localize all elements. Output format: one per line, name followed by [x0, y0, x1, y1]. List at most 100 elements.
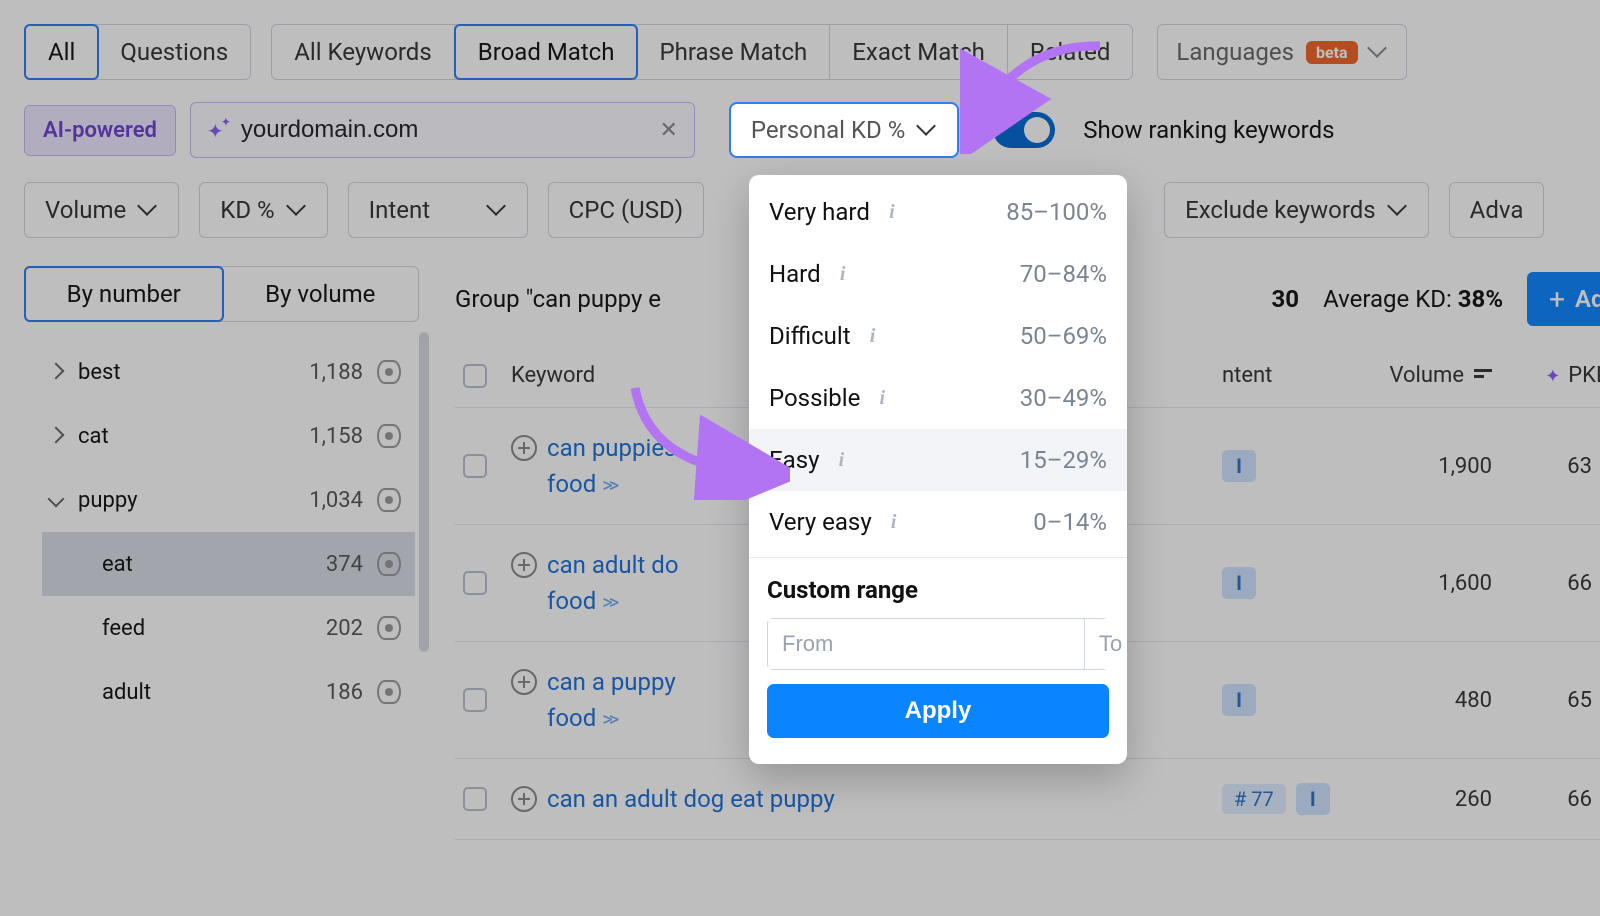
tab-related[interactable]: Related: [1008, 25, 1133, 79]
info-icon[interactable]: i: [872, 388, 892, 408]
add-keyword-icon[interactable]: [511, 669, 537, 695]
personal-kd-dropdown: Very hardi85–100%Hardi70–84%Difficulti50…: [749, 175, 1127, 764]
serp-icon[interactable]: >>: [602, 473, 615, 497]
clear-icon[interactable]: ✕: [659, 118, 677, 143]
chevron-down-icon: [1370, 43, 1388, 61]
tree-item-label: best: [78, 360, 121, 385]
eye-icon[interactable]: [377, 680, 401, 704]
kd-option-difficult[interactable]: Difficulti50–69%: [749, 305, 1127, 367]
tab-all-keywords[interactable]: All Keywords: [272, 25, 455, 79]
add-keyword-icon[interactable]: [511, 786, 537, 812]
eye-icon[interactable]: [377, 552, 401, 576]
intent-badge: I: [1222, 567, 1256, 599]
chevron-down-icon: [1390, 201, 1408, 219]
row-checkbox[interactable]: [463, 454, 487, 478]
chevron-down-icon: [489, 201, 507, 219]
tree-item-best[interactable]: best1,188: [42, 340, 415, 404]
filter-advanced[interactable]: Adva: [1449, 182, 1545, 238]
tab-all[interactable]: All: [24, 24, 99, 80]
keyword-link[interactable]: can puppies: [547, 430, 676, 466]
row-checkbox[interactable]: [463, 688, 487, 712]
add-keyword-icon[interactable]: [511, 552, 537, 578]
personal-kd-dropdown-trigger[interactable]: Personal KD %: [729, 102, 959, 158]
pkd-cell: 66: [1492, 571, 1600, 596]
tree-item-puppy[interactable]: puppy 1,034: [42, 468, 415, 532]
col-pkd[interactable]: PKD %: [1492, 363, 1600, 388]
tree-item-count: 374: [326, 552, 363, 577]
apply-button[interactable]: Apply: [767, 684, 1109, 738]
kd-option-label: Easy: [769, 446, 819, 474]
average-kd: Average KD: 38%: [1323, 285, 1503, 313]
scrollbar[interactable]: [419, 332, 429, 652]
row-checkbox[interactable]: [463, 571, 487, 595]
tree-item-adult[interactable]: adult186: [42, 660, 415, 724]
tab-questions[interactable]: Questions: [98, 25, 250, 79]
eye-icon[interactable]: [377, 360, 401, 384]
tree-item-label: puppy: [78, 488, 137, 513]
tree-item-cat[interactable]: cat1,158: [42, 404, 415, 468]
kd-option-range: 85–100%: [1006, 198, 1107, 226]
filter-exclude-keywords[interactable]: Exclude keywords: [1164, 182, 1429, 238]
add-keyword-icon[interactable]: [511, 435, 537, 461]
info-icon[interactable]: i: [831, 450, 851, 470]
eye-icon[interactable]: [377, 424, 401, 448]
tree-item-count: 1,034: [309, 488, 363, 513]
pkd-cell: 66: [1492, 787, 1600, 812]
kd-option-possible[interactable]: Possiblei30–49%: [749, 367, 1127, 429]
intent-badge: I: [1222, 684, 1256, 716]
kd-option-range: 0–14%: [1033, 508, 1107, 536]
tree-item-label: feed: [102, 616, 145, 641]
custom-range-from[interactable]: [768, 619, 1085, 669]
tree-item-feed[interactable]: feed202: [42, 596, 415, 660]
tree-item-eat[interactable]: eat 374: [42, 532, 415, 596]
keyword-link[interactable]: food: [547, 587, 596, 615]
keyword-link[interactable]: can adult do: [547, 547, 679, 583]
tab-phrase-match[interactable]: Phrase Match: [637, 25, 830, 79]
info-icon[interactable]: i: [833, 264, 853, 284]
kd-option-range: 70–84%: [1020, 260, 1107, 288]
tree-item-count: 186: [326, 680, 363, 705]
info-icon[interactable]: i: [884, 512, 904, 532]
info-icon[interactable]: i: [882, 202, 902, 222]
kd-option-easy[interactable]: Easyi 15–29%: [749, 429, 1127, 491]
kd-option-very-easy[interactable]: Very easyi0–14%: [749, 491, 1127, 553]
tab-broad-match[interactable]: Broad Match: [454, 24, 639, 80]
custom-range-to[interactable]: [1085, 619, 1127, 669]
show-ranking-toggle[interactable]: [993, 112, 1055, 148]
kd-option-very-hard[interactable]: Very hardi85–100%: [749, 181, 1127, 243]
kd-option-range: 15–29%: [1020, 446, 1107, 474]
add-button[interactable]: +Add: [1527, 272, 1600, 326]
volume-cell: 1,900: [1342, 454, 1492, 479]
serp-icon[interactable]: >>: [602, 590, 615, 614]
keyword-link[interactable]: food: [547, 704, 596, 732]
select-all-checkbox[interactable]: [463, 364, 487, 388]
col-intent[interactable]: ntent: [1222, 363, 1342, 388]
domain-input[interactable]: [241, 116, 648, 144]
seg-by-number[interactable]: By number: [24, 266, 224, 322]
info-icon[interactable]: i: [863, 326, 883, 346]
filter-cpc[interactable]: CPC (USD): [548, 182, 704, 238]
tree-item-count: 1,158: [309, 424, 363, 449]
row-checkbox[interactable]: [463, 787, 487, 811]
filter-kd[interactable]: KD %: [199, 182, 327, 238]
pkd-cell: 65: [1492, 688, 1600, 713]
custom-range-label: Custom range: [767, 576, 1109, 604]
serp-icon[interactable]: >>: [602, 707, 615, 731]
keyword-link[interactable]: can a puppy: [547, 664, 676, 700]
personal-kd-label: Personal KD %: [751, 116, 905, 144]
filter-volume[interactable]: Volume: [24, 182, 179, 238]
col-volume[interactable]: Volume: [1342, 363, 1492, 388]
keyword-link[interactable]: food: [547, 470, 596, 498]
tree-item-label: eat: [102, 552, 133, 577]
show-ranking-label: Show ranking keywords: [1083, 116, 1334, 144]
kd-option-label: Possible: [769, 384, 860, 412]
eye-icon[interactable]: [377, 488, 401, 512]
volume-cell: 260: [1342, 787, 1492, 812]
seg-by-volume[interactable]: By volume: [223, 267, 419, 321]
eye-icon[interactable]: [377, 616, 401, 640]
keyword-link[interactable]: can an adult dog eat puppy: [547, 781, 835, 817]
tab-exact-match[interactable]: Exact Match: [830, 25, 1008, 79]
filter-intent[interactable]: Intent: [348, 182, 528, 238]
kd-option-hard[interactable]: Hardi70–84%: [749, 243, 1127, 305]
languages-dropdown[interactable]: Languages beta: [1157, 24, 1406, 80]
